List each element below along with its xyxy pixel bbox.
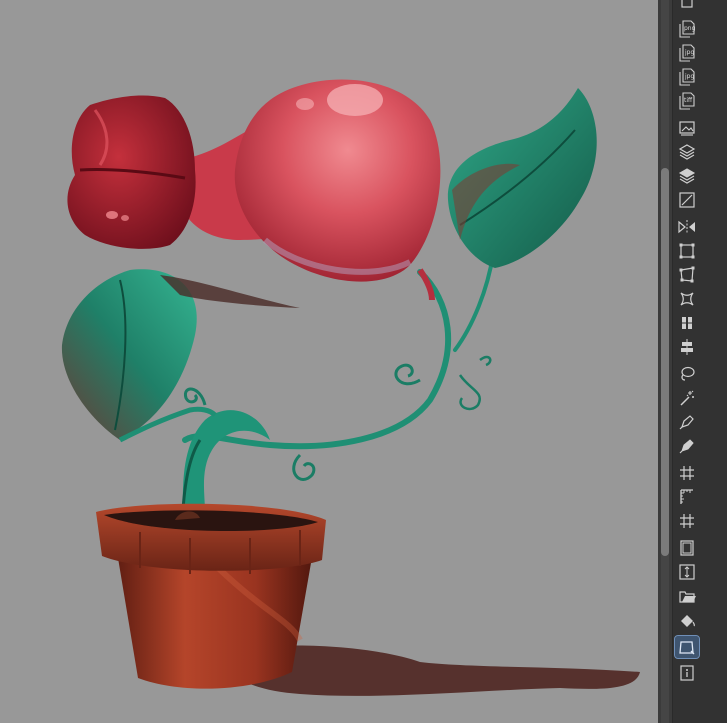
warp-icon [680, 292, 694, 306]
tool-pen-alt[interactable] [675, 435, 699, 457]
export-jpg-icon: jpg [679, 68, 695, 86]
tool-export-jpg-alt[interactable]: jpg [675, 66, 699, 88]
resize-icon [679, 192, 695, 208]
tool-flip[interactable] [675, 216, 699, 238]
overflow-tool[interactable] [675, 0, 699, 12]
layers-icon [678, 144, 696, 160]
canvas-info-icon [680, 665, 694, 681]
tool-import-image[interactable] [675, 117, 699, 139]
magic-wand-icon [680, 390, 694, 406]
align-vertical-icon [681, 339, 693, 355]
open-folder-icon [679, 591, 696, 603]
tool-lasso[interactable] [675, 363, 699, 385]
flip-horizontal-icon [678, 220, 695, 234]
tool-crop[interactable] [675, 537, 699, 559]
tool-magic-wand[interactable] [675, 387, 699, 409]
pen-icon [679, 439, 694, 454]
tool-perspective-grid[interactable] [675, 510, 699, 532]
tool-fill[interactable] [675, 611, 699, 633]
pen-icon [679, 415, 694, 430]
tool-export-jpg[interactable]: jpg [675, 42, 699, 64]
tool-transform[interactable] [675, 240, 699, 262]
lasso-icon [681, 366, 695, 381]
tool-grid[interactable] [675, 462, 699, 484]
export-jpg-icon: jpg [679, 44, 695, 62]
align-horizontal-icon [680, 317, 694, 329]
jpg-label: jpg [684, 73, 694, 80]
export-png-icon: png [679, 20, 696, 38]
transform-icon [679, 243, 695, 259]
painting-app-window: png jpg jpg tiff [0, 0, 727, 723]
scrollbar-thumb[interactable] [661, 168, 669, 556]
image-icon [679, 121, 695, 136]
plant-in-pot-painting [61, 79, 640, 696]
crop-icon [680, 540, 694, 556]
tool-selection-mask[interactable] [674, 635, 700, 659]
canvas-scrollbar[interactable] [658, 0, 672, 723]
layers-down-icon [678, 168, 696, 184]
tool-strip: png jpg jpg tiff [672, 0, 727, 723]
tool-export-tiff[interactable]: tiff [675, 90, 699, 112]
distort-icon [679, 266, 695, 283]
fit-canvas-icon [679, 564, 695, 580]
jpg-label: jpg [684, 49, 694, 56]
tool-resize[interactable] [675, 189, 699, 211]
tool-distort[interactable] [675, 264, 699, 286]
tool-open-file[interactable] [675, 585, 699, 607]
paint-bucket-icon [681, 615, 696, 627]
tool-pen[interactable] [675, 411, 699, 433]
tool-align-horizontal[interactable] [675, 312, 699, 334]
tool-align-vertical[interactable] [675, 336, 699, 358]
tool-layers-merge[interactable] [675, 165, 699, 187]
tiff-label: tiff [684, 97, 693, 104]
png-label: png [684, 25, 696, 32]
grid-icon [680, 466, 694, 480]
document-icon [681, 0, 693, 8]
tool-warp[interactable] [675, 288, 699, 310]
tool-canvas-info[interactable] [675, 662, 699, 684]
selection-mask-icon [679, 641, 695, 655]
ruler-icon [680, 489, 693, 504]
grid-icon [680, 514, 694, 528]
tool-ruler[interactable] [675, 486, 699, 508]
drawing-canvas[interactable] [0, 0, 658, 723]
tool-export-png[interactable]: png [675, 18, 699, 40]
tool-layers[interactable] [675, 141, 699, 163]
export-tiff-icon: tiff [679, 92, 695, 110]
tool-fit[interactable] [675, 561, 699, 583]
